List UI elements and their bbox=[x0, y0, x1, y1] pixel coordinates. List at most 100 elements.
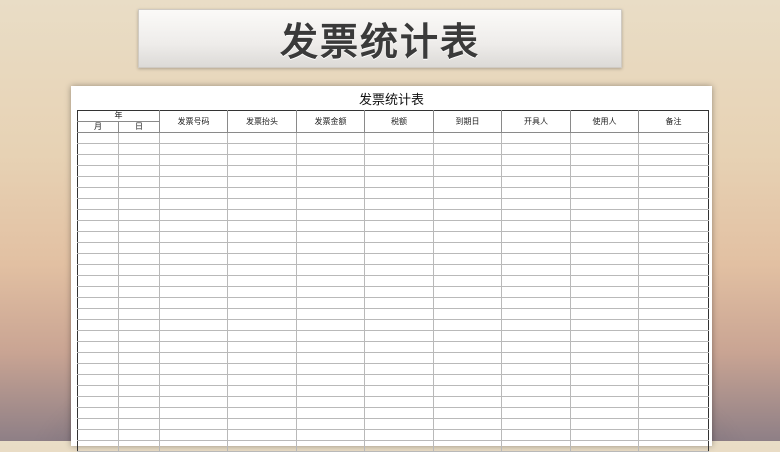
table-cell[interactable] bbox=[433, 275, 502, 287]
table-cell[interactable] bbox=[501, 264, 571, 276]
table-cell[interactable] bbox=[433, 363, 502, 375]
table-cell[interactable] bbox=[501, 341, 571, 353]
table-cell[interactable] bbox=[501, 132, 571, 144]
table-cell[interactable] bbox=[159, 242, 228, 254]
table-cell[interactable] bbox=[501, 352, 571, 364]
table-cell[interactable] bbox=[159, 385, 228, 397]
table-cell[interactable] bbox=[118, 363, 160, 375]
table-cell[interactable] bbox=[227, 297, 297, 309]
table-cell[interactable] bbox=[227, 220, 297, 232]
table-cell[interactable] bbox=[296, 176, 365, 188]
table-cell[interactable] bbox=[364, 341, 434, 353]
table-cell[interactable] bbox=[638, 396, 709, 408]
table-cell[interactable] bbox=[501, 253, 571, 265]
table-cell[interactable] bbox=[638, 242, 709, 254]
table-cell[interactable] bbox=[296, 132, 365, 144]
table-cell[interactable] bbox=[77, 374, 119, 386]
table-cell[interactable] bbox=[638, 176, 709, 188]
table-cell[interactable] bbox=[638, 352, 709, 364]
table-cell[interactable] bbox=[159, 319, 228, 331]
table-cell[interactable] bbox=[501, 143, 571, 155]
table-cell[interactable] bbox=[570, 143, 639, 155]
table-cell[interactable] bbox=[364, 143, 434, 155]
table-cell[interactable] bbox=[638, 275, 709, 287]
table-cell[interactable] bbox=[118, 308, 160, 320]
table-cell[interactable] bbox=[159, 440, 228, 452]
table-cell[interactable] bbox=[433, 264, 502, 276]
table-cell[interactable] bbox=[364, 132, 434, 144]
table-cell[interactable] bbox=[159, 330, 228, 342]
table-cell[interactable] bbox=[501, 396, 571, 408]
table-cell[interactable] bbox=[118, 341, 160, 353]
table-cell[interactable] bbox=[118, 143, 160, 155]
table-cell[interactable] bbox=[638, 132, 709, 144]
table-cell[interactable] bbox=[77, 176, 119, 188]
table-cell[interactable] bbox=[433, 396, 502, 408]
table-cell[interactable] bbox=[638, 198, 709, 210]
table-cell[interactable] bbox=[227, 165, 297, 177]
table-cell[interactable] bbox=[638, 297, 709, 309]
table-cell[interactable] bbox=[501, 330, 571, 342]
table-cell[interactable] bbox=[296, 209, 365, 221]
table-cell[interactable] bbox=[433, 198, 502, 210]
table-cell[interactable] bbox=[77, 308, 119, 320]
table-cell[interactable] bbox=[227, 330, 297, 342]
table-cell[interactable] bbox=[159, 220, 228, 232]
table-cell[interactable] bbox=[364, 275, 434, 287]
table-cell[interactable] bbox=[296, 165, 365, 177]
table-cell[interactable] bbox=[77, 143, 119, 155]
table-cell[interactable] bbox=[227, 440, 297, 452]
table-cell[interactable] bbox=[159, 132, 228, 144]
table-cell[interactable] bbox=[501, 231, 571, 243]
table-cell[interactable] bbox=[227, 143, 297, 155]
table-cell[interactable] bbox=[570, 341, 639, 353]
table-cell[interactable] bbox=[159, 297, 228, 309]
table-cell[interactable] bbox=[638, 330, 709, 342]
table-cell[interactable] bbox=[159, 253, 228, 265]
table-cell[interactable] bbox=[77, 264, 119, 276]
table-cell[interactable] bbox=[433, 154, 502, 166]
table-cell[interactable] bbox=[570, 385, 639, 397]
table-cell[interactable] bbox=[77, 297, 119, 309]
table-cell[interactable] bbox=[118, 385, 160, 397]
table-cell[interactable] bbox=[501, 297, 571, 309]
table-cell[interactable] bbox=[364, 286, 434, 298]
table-cell[interactable] bbox=[433, 429, 502, 441]
table-cell[interactable] bbox=[501, 220, 571, 232]
table-cell[interactable] bbox=[364, 352, 434, 364]
table-cell[interactable] bbox=[296, 286, 365, 298]
table-cell[interactable] bbox=[77, 385, 119, 397]
table-cell[interactable] bbox=[296, 308, 365, 320]
table-cell[interactable] bbox=[159, 429, 228, 441]
table-cell[interactable] bbox=[159, 143, 228, 155]
table-cell[interactable] bbox=[570, 363, 639, 375]
table-cell[interactable] bbox=[364, 407, 434, 419]
table-cell[interactable] bbox=[638, 308, 709, 320]
table-cell[interactable] bbox=[364, 165, 434, 177]
table-cell[interactable] bbox=[364, 440, 434, 452]
table-cell[interactable] bbox=[77, 275, 119, 287]
table-cell[interactable] bbox=[433, 440, 502, 452]
table-cell[interactable] bbox=[570, 198, 639, 210]
table-cell[interactable] bbox=[118, 132, 160, 144]
table-cell[interactable] bbox=[77, 154, 119, 166]
table-cell[interactable] bbox=[159, 154, 228, 166]
table-cell[interactable] bbox=[638, 440, 709, 452]
table-cell[interactable] bbox=[570, 407, 639, 419]
table-cell[interactable] bbox=[77, 242, 119, 254]
table-cell[interactable] bbox=[638, 220, 709, 232]
table-cell[interactable] bbox=[638, 374, 709, 386]
table-cell[interactable] bbox=[364, 330, 434, 342]
table-cell[interactable] bbox=[227, 396, 297, 408]
table-cell[interactable] bbox=[501, 385, 571, 397]
table-cell[interactable] bbox=[570, 440, 639, 452]
table-cell[interactable] bbox=[364, 374, 434, 386]
table-cell[interactable] bbox=[638, 418, 709, 430]
table-cell[interactable] bbox=[638, 209, 709, 221]
table-cell[interactable] bbox=[433, 176, 502, 188]
table-cell[interactable] bbox=[118, 176, 160, 188]
table-cell[interactable] bbox=[433, 165, 502, 177]
table-cell[interactable] bbox=[296, 396, 365, 408]
table-cell[interactable] bbox=[77, 132, 119, 144]
table-cell[interactable] bbox=[159, 363, 228, 375]
